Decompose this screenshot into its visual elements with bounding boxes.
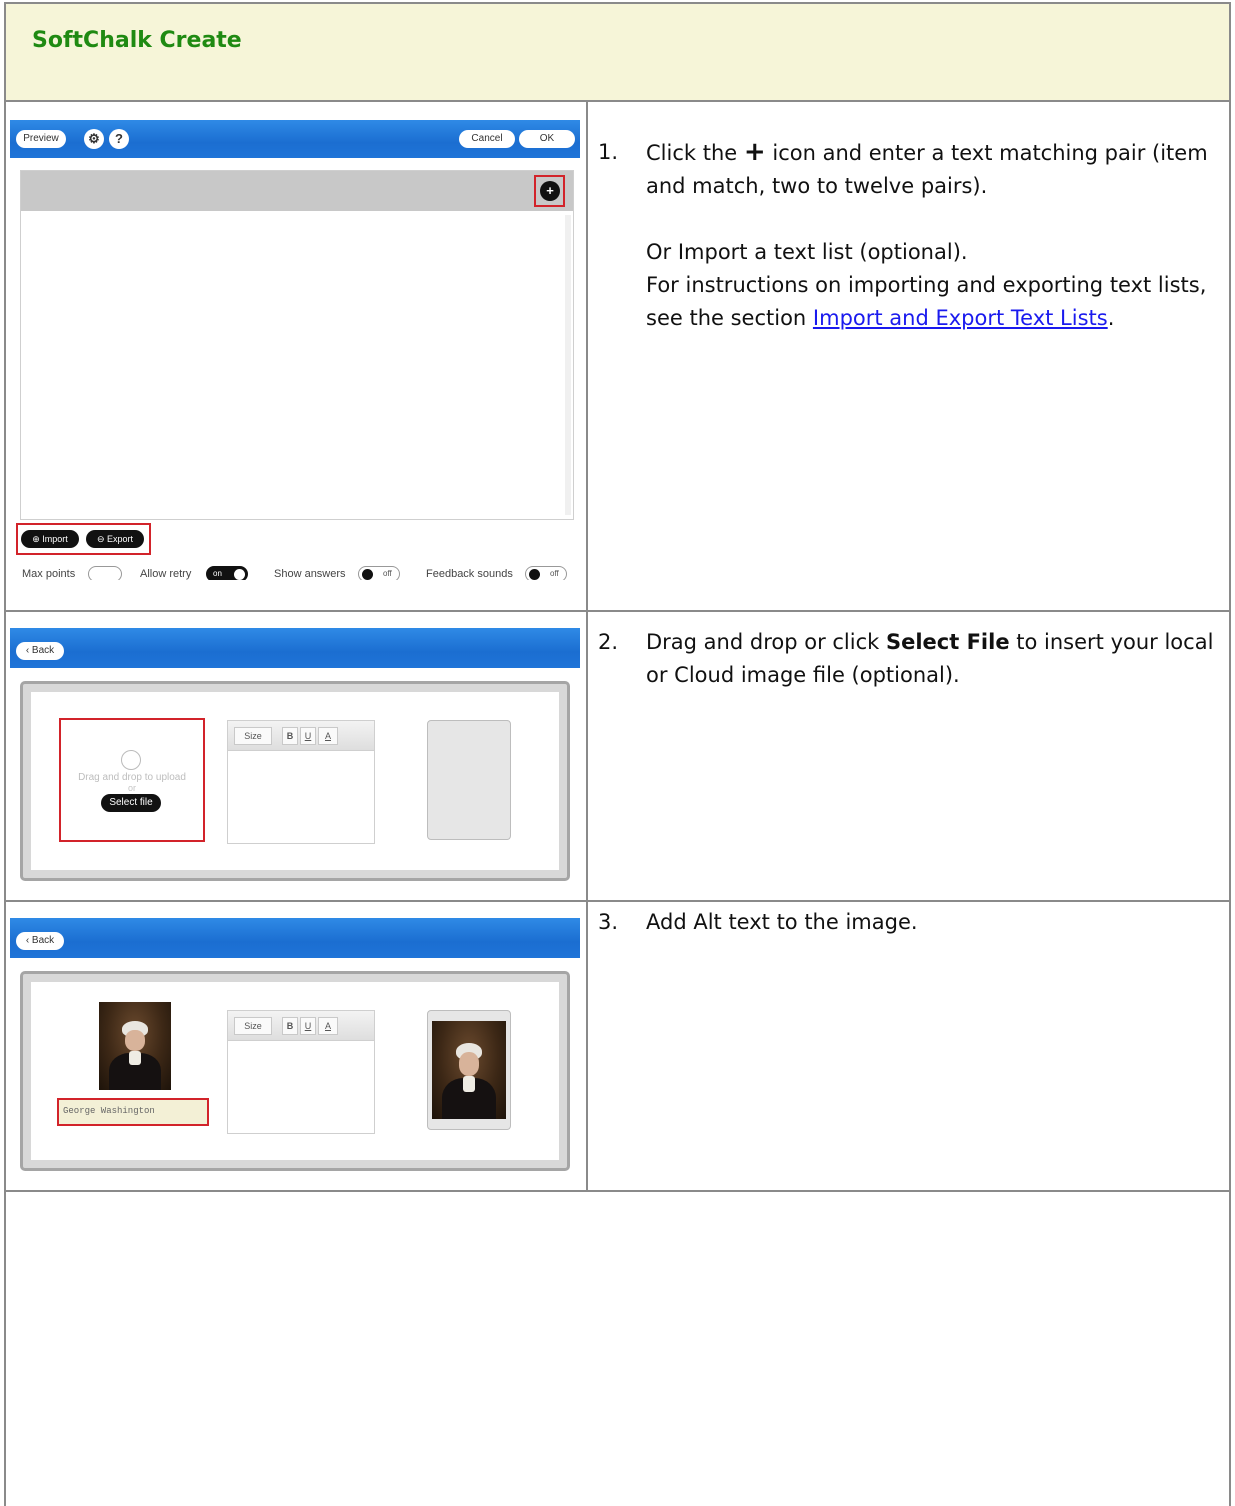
underline-button[interactable]: U	[300, 1017, 316, 1035]
card-preview	[427, 720, 511, 840]
text-editor[interactable]: Size B U A	[227, 720, 375, 844]
alt-text-value: George Washington	[63, 1106, 155, 1116]
step-text: .	[1107, 306, 1115, 330]
card-preview	[427, 1010, 511, 1130]
step-text: Click the	[646, 141, 738, 165]
scrollbar[interactable]	[565, 215, 571, 515]
card-stage: Drag and drop to upload or Select file S…	[20, 681, 570, 881]
settings-gear-icon[interactable]: ⚙	[84, 129, 104, 149]
text-editor[interactable]: Size B U A	[227, 1010, 375, 1134]
divider	[6, 610, 1229, 612]
toggle-knob	[362, 569, 373, 580]
step-number: 1.	[598, 140, 619, 164]
page-title: SoftChalk Create	[32, 28, 242, 53]
step-paragraph: For instructions on importing and export…	[646, 269, 1228, 335]
step-body: Drag and drop or click Select File to in…	[646, 626, 1228, 692]
font-color-button[interactable]: A	[318, 727, 338, 745]
card-stage: George Washington Size B U A	[20, 971, 570, 1171]
editor-toolbar: Size B U A	[228, 1011, 374, 1041]
cancel-button[interactable]: Cancel	[459, 130, 515, 148]
import-export-link[interactable]: Import and Export Text Lists	[813, 306, 1108, 330]
toggle-knob	[234, 569, 245, 580]
help-icon[interactable]: ?	[109, 129, 129, 149]
ok-button[interactable]: OK	[519, 130, 575, 148]
toggle-knob	[529, 569, 540, 580]
step-body: Click the + icon and enter a text matchi…	[646, 136, 1228, 335]
show-answers-label: Show answers	[274, 568, 346, 580]
alt-text-screenshot: ‹ Back George Washington Size B U A	[10, 918, 580, 1176]
bold-button[interactable]: B	[282, 1017, 298, 1035]
drop-text: Drag and drop to upload	[78, 772, 186, 783]
image-upload-screenshot: ‹ Back Drag and drop to upload or Select…	[10, 628, 580, 886]
table-header: SoftChalk Create	[6, 4, 1229, 100]
step-3-instructions: 3. Add Alt text to the image.	[598, 906, 1228, 939]
import-button[interactable]: ⊕ Import	[21, 530, 79, 548]
feedback-sounds-toggle[interactable]: off	[525, 566, 567, 580]
bold-button[interactable]: B	[282, 727, 298, 745]
card-stage-inner: Drag and drop to upload or Select file S…	[31, 692, 559, 870]
alt-text-input[interactable]: George Washington	[57, 1098, 209, 1126]
column-divider	[586, 100, 588, 1192]
toggle-state: off	[550, 569, 559, 578]
underline-button[interactable]: U	[300, 727, 316, 745]
step-text: Drag and drop or click	[646, 630, 880, 654]
steps-table: SoftChalk Create Preview ⚙ ? Cancel OK +…	[4, 2, 1231, 1506]
export-button[interactable]: ⊖ Export	[86, 530, 144, 548]
matching-editor-screenshot: Preview ⚙ ? Cancel OK + ⊕ Import ⊖ Expor…	[10, 120, 580, 580]
back-button[interactable]: ‹ Back	[16, 642, 64, 660]
portrait-image	[99, 1002, 171, 1090]
image-icon	[121, 750, 141, 770]
divider	[6, 900, 1229, 902]
editor-toolbar: Size B U A	[228, 721, 374, 751]
preview-button[interactable]: Preview	[16, 130, 66, 148]
size-dropdown[interactable]: Size	[234, 1017, 272, 1035]
upload-drop-zone[interactable]: Drag and drop to upload or Select file	[59, 718, 205, 842]
max-points-input[interactable]	[88, 566, 122, 580]
font-color-button[interactable]: A	[318, 1017, 338, 1035]
step-1-instructions: 1. Click the + icon and enter a text mat…	[598, 136, 1228, 335]
pairs-header-bar	[21, 171, 573, 211]
select-file-emphasis: Select File	[885, 630, 1010, 654]
step-text: Or Import a text list (optional).	[646, 240, 968, 264]
show-answers-toggle[interactable]: off	[358, 566, 400, 580]
step-text: Add Alt text to the image.	[646, 910, 918, 934]
alt-toolbar	[10, 918, 580, 958]
divider	[6, 100, 1229, 102]
or-text: or	[127, 783, 136, 793]
allow-retry-label: Allow retry	[140, 568, 192, 580]
step-number: 2.	[598, 630, 619, 654]
max-points-label: Max points	[22, 568, 76, 580]
upload-toolbar	[10, 628, 580, 668]
step-number: 3.	[598, 910, 619, 934]
size-dropdown[interactable]: Size	[234, 727, 272, 745]
pairs-list-area	[20, 170, 574, 520]
feedback-sounds-label: Feedback sounds	[426, 568, 513, 580]
back-button[interactable]: ‹ Back	[16, 932, 64, 950]
step-2-instructions: 2. Drag and drop or click Select File to…	[598, 626, 1228, 692]
empty-row	[6, 1192, 1229, 1506]
toggle-state: off	[383, 569, 392, 578]
add-pair-plus-icon[interactable]: +	[540, 181, 560, 201]
select-file-button[interactable]: Select file	[101, 794, 161, 812]
allow-retry-toggle[interactable]: on	[206, 566, 248, 580]
card-stage-inner: George Washington Size B U A	[31, 982, 559, 1160]
toggle-state: on	[213, 569, 222, 578]
plus-icon: +	[743, 137, 766, 167]
preview-portrait-image	[432, 1021, 506, 1119]
